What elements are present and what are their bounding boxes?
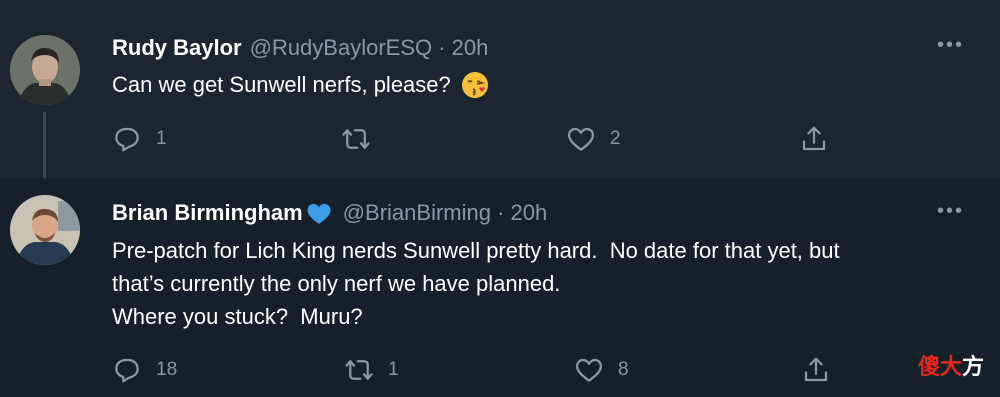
tweet-text-line: Where you stuck? Muru? — [112, 304, 363, 329]
author-name[interactable]: Brian Birmingham — [112, 200, 303, 226]
watermark-char: 方 — [961, 354, 984, 379]
tweet-text-line: that’s currently the only nerf we have p… — [112, 271, 561, 296]
like-count: 8 — [618, 359, 629, 380]
author-handle-time[interactable]: @RudyBaylorESQ · 20h — [250, 35, 489, 61]
retweet-button[interactable] — [341, 124, 385, 154]
tweet-text: Pre-patch for Lich King nerds Sunwell pr… — [112, 234, 840, 333]
retweet-icon — [345, 360, 373, 380]
share-button[interactable] — [799, 124, 829, 154]
tweet-rudy-baylor[interactable]: Rudy Baylor @RudyBaylorESQ · 20h ••• Can… — [0, 0, 1000, 178]
reply-icon — [115, 358, 139, 383]
reply-button[interactable]: 1 — [112, 124, 167, 154]
more-options-icon[interactable]: ••• — [937, 200, 964, 223]
tweet-text: Can we get Sunwell nerfs, please? — [112, 68, 489, 101]
retweet-count: 1 — [388, 359, 399, 380]
reply-count: 1 — [156, 128, 167, 149]
like-button[interactable]: 8 — [574, 355, 629, 385]
avatar-brian-birmingham[interactable] — [10, 195, 80, 265]
tweet-text-line: Can we get Sunwell nerfs, please? — [112, 72, 451, 97]
watermark-char: 傻 — [917, 354, 940, 379]
retweet-button[interactable]: 1 — [344, 355, 399, 385]
retweet-icon — [342, 129, 370, 149]
author-name[interactable]: Rudy Baylor — [112, 35, 242, 61]
reply-button[interactable]: 18 — [112, 355, 177, 385]
watermark-char: 大 — [939, 354, 962, 379]
tweet-header: Brian Birmingham @BrianBirming · 20h — [112, 200, 547, 226]
reply-icon — [115, 127, 139, 152]
tweet-text-line: Pre-patch for Lich King nerds Sunwell pr… — [112, 238, 840, 263]
share-button[interactable] — [801, 355, 831, 385]
share-icon — [804, 357, 828, 382]
heart-icon — [568, 127, 594, 151]
tweet-header: Rudy Baylor @RudyBaylorESQ · 20h — [112, 35, 488, 61]
avatar-rudy-baylor[interactable] — [10, 35, 80, 105]
tweet-actions: 1 2 — [112, 124, 842, 158]
like-count: 2 — [610, 128, 621, 149]
blue-heart-icon — [305, 200, 335, 226]
like-button[interactable]: 2 — [566, 124, 621, 154]
watermark: 傻大方 — [918, 349, 984, 381]
kissing-face-emoji-icon — [461, 71, 489, 99]
more-options-icon[interactable]: ••• — [937, 34, 964, 57]
heart-icon — [576, 358, 602, 382]
thread-connector-line — [43, 112, 46, 178]
reply-count: 18 — [156, 359, 178, 380]
author-handle-time[interactable]: @BrianBirming · 20h — [343, 200, 548, 226]
tweet-actions: 18 1 8 — [112, 355, 842, 389]
tweet-brian-birmingham[interactable]: Brian Birmingham @BrianBirming · 20h •••… — [0, 178, 1000, 397]
share-icon — [802, 126, 826, 151]
